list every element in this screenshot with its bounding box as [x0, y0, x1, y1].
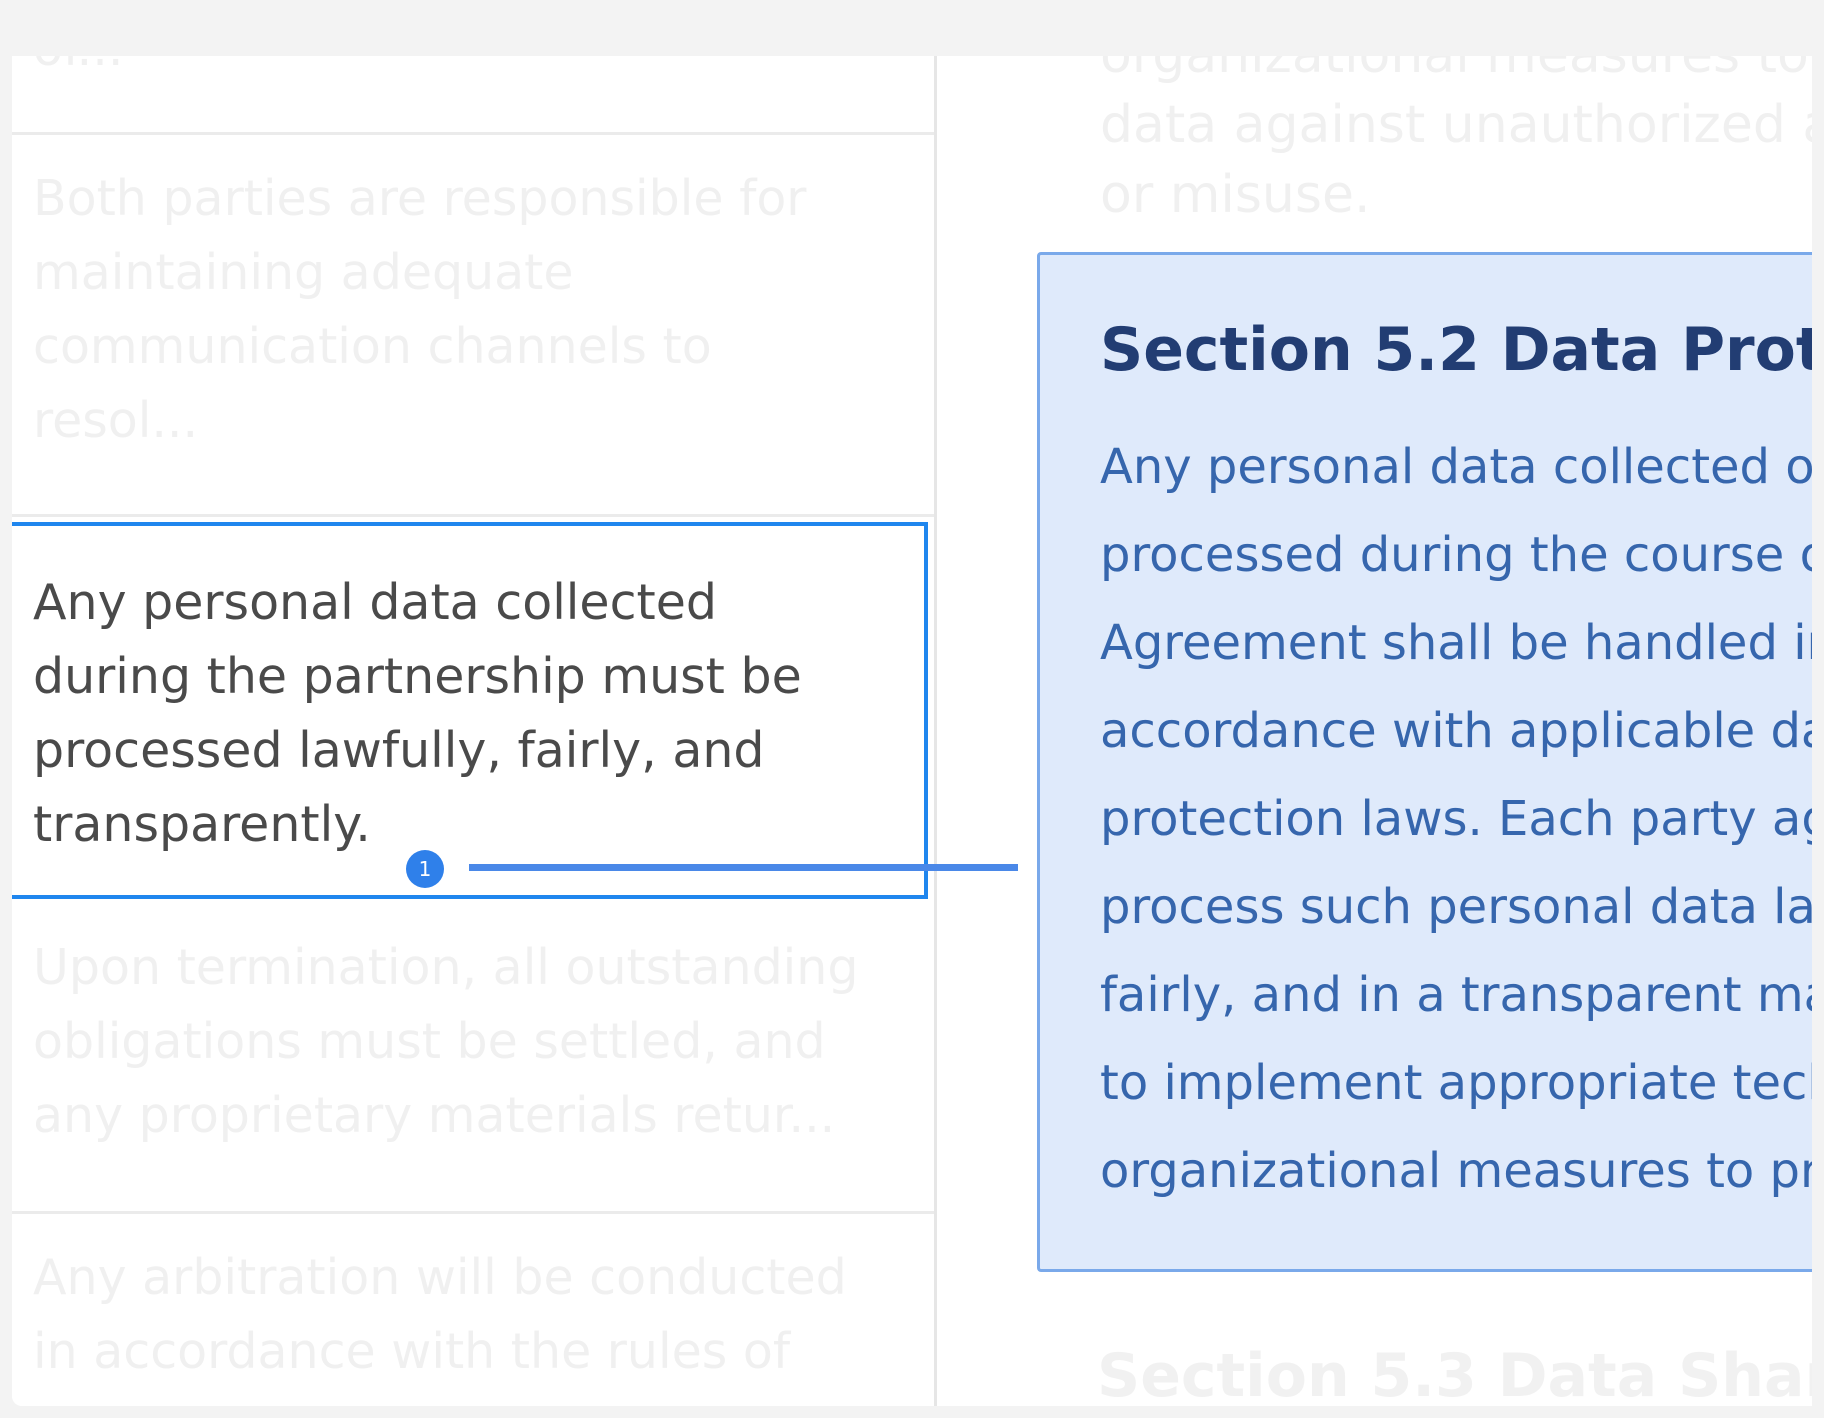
clause-line: Upon termination, all outstanding [33, 939, 859, 996]
clause-line: Agreement shall be handled in [1100, 615, 1812, 671]
selected-clause-text: Any personal data collected during the p… [33, 566, 802, 862]
clause-line: fairly, and in a transparent man [1100, 967, 1812, 1023]
clause-line: any proprietary materials retur... [33, 1087, 836, 1144]
clause-divider [12, 132, 934, 135]
clause-line: to implement appropriate tech [1100, 1055, 1812, 1111]
clause-line: accordance with applicable da [1100, 703, 1812, 759]
clause-line: organizational measures to pro [1100, 1143, 1812, 1199]
previous-clause-fragment: of... [33, 56, 123, 86]
clause-line: in accordance with the rules of [33, 1323, 791, 1380]
matched-clause-title: Section 5.2 Data Protect [1100, 315, 1812, 385]
clause-line: communication channels to [33, 318, 712, 375]
match-connector-line [469, 864, 1018, 871]
clause-line: obligations must be settled, and [33, 1013, 826, 1070]
clause-line: resol... [33, 392, 199, 449]
clause-line: processed during the course o [1100, 527, 1812, 583]
next-section-title: Section 5.3 Data Sharing [1097, 1341, 1812, 1406]
previous-section-line: or misuse. [1100, 165, 1371, 225]
target-document-pane[interactable]: organizational measures to pr data again… [937, 56, 1812, 1406]
citation-badge[interactable]: 1 [406, 850, 444, 888]
matched-clause-body: Any personal data collected or processed… [1100, 423, 1812, 1215]
source-document-pane[interactable]: of... Both parties are responsible for m… [12, 56, 937, 1406]
clause-line: Any personal data collected or [1100, 439, 1812, 495]
matched-clause-card[interactable]: Section 5.2 Data Protect Any personal da… [1037, 252, 1812, 1272]
clause-line: Any arbitration will be conducted [33, 1249, 847, 1306]
clause-line: during the partnership must be [33, 648, 802, 705]
clause-line: process such personal data la [1100, 879, 1812, 935]
selected-clause[interactable]: Any personal data collected during the p… [12, 522, 928, 899]
comparison-window: of... Both parties are responsible for m… [12, 56, 1812, 1406]
clause-line: Any personal data collected [33, 574, 717, 631]
clause-line: processed lawfully, fairly, and [33, 722, 765, 779]
clause-line: maintaining adequate [33, 244, 574, 301]
previous-section-line: data against unauthorized acc [1100, 95, 1812, 155]
clause-line: Both parties are responsible for [33, 170, 807, 227]
clause-divider [12, 1211, 934, 1214]
clause-divider [12, 514, 934, 517]
previous-section-line: organizational measures to pr [1100, 56, 1812, 90]
clause-line: protection laws. Each party ag [1100, 791, 1812, 847]
